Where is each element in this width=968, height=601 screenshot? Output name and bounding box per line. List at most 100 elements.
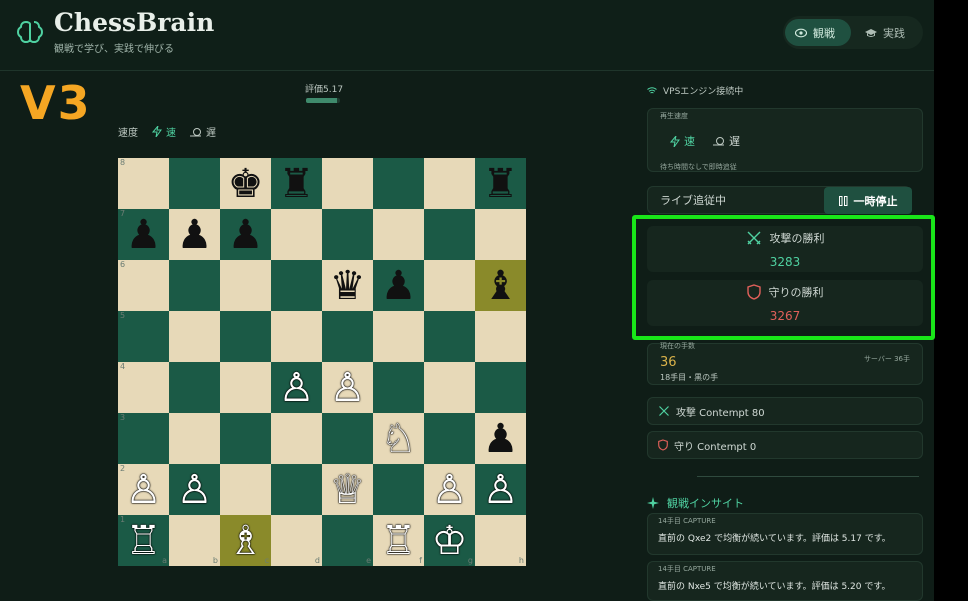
square-h1[interactable]: h — [475, 515, 526, 566]
square-e6[interactable]: ♛ — [322, 260, 373, 311]
speed-fast-button[interactable]: 速 — [152, 124, 176, 139]
square-f4[interactable] — [373, 362, 424, 413]
square-c1[interactable]: c ♗ — [220, 515, 271, 566]
square-f1[interactable]: f ♖ — [373, 515, 424, 566]
square-c3[interactable] — [220, 413, 271, 464]
white-bishop-icon[interactable]: ♗ — [228, 521, 264, 561]
watch-mode-button[interactable]: 観戦 — [785, 19, 851, 46]
square-a2[interactable]: 2 ♙ — [118, 464, 169, 515]
square-d5[interactable] — [271, 311, 322, 362]
square-b3[interactable] — [169, 413, 220, 464]
playback-fast-button[interactable]: 速 — [670, 133, 695, 149]
square-g3[interactable] — [424, 413, 475, 464]
square-h2[interactable]: ♙ — [475, 464, 526, 515]
square-e8[interactable] — [322, 158, 373, 209]
square-d7[interactable] — [271, 209, 322, 260]
white-pawn-icon[interactable]: ♙ — [279, 368, 315, 408]
white-pawn-icon[interactable]: ♙ — [177, 470, 213, 510]
rank-label: 5 — [120, 311, 126, 320]
square-d4[interactable]: ♙ — [271, 362, 322, 413]
square-h6[interactable]: ♝ — [475, 260, 526, 311]
square-f8[interactable] — [373, 158, 424, 209]
window-edge — [934, 0, 968, 601]
square-c5[interactable] — [220, 311, 271, 362]
square-b6[interactable] — [169, 260, 220, 311]
white-king-icon[interactable]: ♔ — [432, 521, 468, 561]
square-b7[interactable]: ♟ — [169, 209, 220, 260]
square-h4[interactable] — [475, 362, 526, 413]
graduation-cap-icon — [865, 28, 877, 37]
white-pawn-icon[interactable]: ♙ — [126, 470, 162, 510]
square-h7[interactable] — [475, 209, 526, 260]
square-a3[interactable]: 3 — [118, 413, 169, 464]
square-b5[interactable] — [169, 311, 220, 362]
black-pawn-icon[interactable]: ♟ — [381, 266, 417, 306]
square-g5[interactable] — [424, 311, 475, 362]
pause-button[interactable]: 一時停止 — [824, 187, 912, 214]
attack-engine-row[interactable]: 攻撃 Contempt 80 — [647, 397, 923, 425]
square-e5[interactable] — [322, 311, 373, 362]
square-e7[interactable] — [322, 209, 373, 260]
black-pawn-icon[interactable]: ♟ — [483, 419, 519, 459]
square-g2[interactable]: ♙ — [424, 464, 475, 515]
black-pawn-icon[interactable]: ♟ — [177, 215, 213, 255]
speed-slow-button[interactable]: 遅 — [190, 124, 216, 139]
black-pawn-icon[interactable]: ♟ — [126, 215, 162, 255]
square-g7[interactable] — [424, 209, 475, 260]
square-a8[interactable]: 8 — [118, 158, 169, 209]
square-d8[interactable]: ♜ — [271, 158, 322, 209]
white-queen-icon[interactable]: ♕ — [330, 470, 366, 510]
black-queen-icon[interactable]: ♛ — [330, 266, 366, 306]
square-e4[interactable]: ♙ — [322, 362, 373, 413]
square-c2[interactable] — [220, 464, 271, 515]
wifi-icon — [647, 86, 657, 93]
square-f3[interactable]: ♘ — [373, 413, 424, 464]
square-b8[interactable] — [169, 158, 220, 209]
white-pawn-icon[interactable]: ♙ — [432, 470, 468, 510]
square-a6[interactable]: 6 — [118, 260, 169, 311]
white-pawn-icon[interactable]: ♙ — [483, 470, 519, 510]
defense-engine-row[interactable]: 守り Contempt 0 — [647, 431, 923, 459]
square-d1[interactable]: d — [271, 515, 322, 566]
black-bishop-icon[interactable]: ♝ — [483, 266, 519, 306]
square-h3[interactable]: ♟ — [475, 413, 526, 464]
square-e2[interactable]: ♕ — [322, 464, 373, 515]
square-d3[interactable] — [271, 413, 322, 464]
square-d6[interactable] — [271, 260, 322, 311]
square-g6[interactable] — [424, 260, 475, 311]
white-rook-icon[interactable]: ♖ — [381, 521, 417, 561]
square-b2[interactable]: ♙ — [169, 464, 220, 515]
white-rook-icon[interactable]: ♖ — [126, 521, 162, 561]
square-g8[interactable] — [424, 158, 475, 209]
square-f5[interactable] — [373, 311, 424, 362]
playback-slow-button[interactable]: 遅 — [713, 133, 740, 149]
square-c4[interactable] — [220, 362, 271, 413]
black-king-icon[interactable]: ♚ — [228, 164, 264, 204]
square-c6[interactable] — [220, 260, 271, 311]
chess-board[interactable]: 8 ♚ ♜ ♜ 7 ♟ ♟ ♟ 6 ♛ ♟ ♝ 5 4 ♙ ♙ 3 ♘ ♟ 2 ♙ ♙ ♕ ♙ ♙ 1 a ♖ b c ♗ d e f ♖ g ♔ h — [118, 158, 526, 566]
black-rook-icon[interactable]: ♜ — [483, 164, 519, 204]
white-knight-icon[interactable]: ♘ — [381, 419, 417, 459]
square-f6[interactable]: ♟ — [373, 260, 424, 311]
square-b1[interactable]: b — [169, 515, 220, 566]
square-g4[interactable] — [424, 362, 475, 413]
black-pawn-icon[interactable]: ♟ — [228, 215, 264, 255]
square-a4[interactable]: 4 — [118, 362, 169, 413]
square-c7[interactable]: ♟ — [220, 209, 271, 260]
white-pawn-icon[interactable]: ♙ — [330, 368, 366, 408]
square-a7[interactable]: 7 ♟ — [118, 209, 169, 260]
square-e3[interactable] — [322, 413, 373, 464]
play-mode-button[interactable]: 実践 — [855, 19, 921, 46]
square-a5[interactable]: 5 — [118, 311, 169, 362]
square-d2[interactable] — [271, 464, 322, 515]
square-e1[interactable]: e — [322, 515, 373, 566]
square-f7[interactable] — [373, 209, 424, 260]
square-c8[interactable]: ♚ — [220, 158, 271, 209]
square-h8[interactable]: ♜ — [475, 158, 526, 209]
square-h5[interactable] — [475, 311, 526, 362]
square-b4[interactable] — [169, 362, 220, 413]
square-a1[interactable]: 1 a ♖ — [118, 515, 169, 566]
black-rook-icon[interactable]: ♜ — [279, 164, 315, 204]
square-g1[interactable]: g ♔ — [424, 515, 475, 566]
square-f2[interactable] — [373, 464, 424, 515]
